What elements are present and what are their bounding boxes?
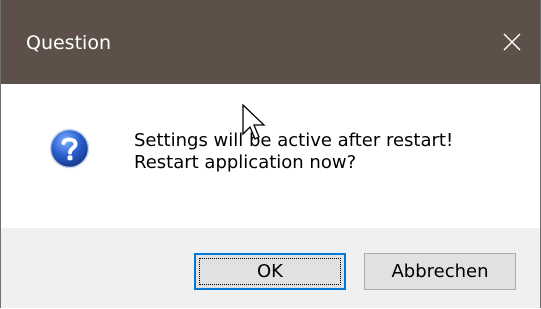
- title-bar[interactable]: Question: [1, 0, 540, 84]
- question-icon: [49, 128, 90, 169]
- message-text: Settings will be active after restart! R…: [134, 130, 453, 174]
- cancel-button-label: Abbrechen: [391, 261, 489, 282]
- mouse-pointer-icon: [242, 104, 266, 140]
- ok-button[interactable]: OK: [194, 253, 346, 290]
- close-button[interactable]: [484, 0, 540, 84]
- message-line-2: Restart application now?: [134, 152, 357, 173]
- window-title: Question: [26, 32, 111, 54]
- question-dialog: Question Settings will be active after r…: [0, 0, 541, 308]
- focus-rectangle: [199, 258, 341, 285]
- close-icon: [503, 33, 521, 51]
- message-line-1: Settings will be active after restart!: [134, 130, 454, 151]
- cancel-button[interactable]: Abbrechen: [364, 253, 516, 290]
